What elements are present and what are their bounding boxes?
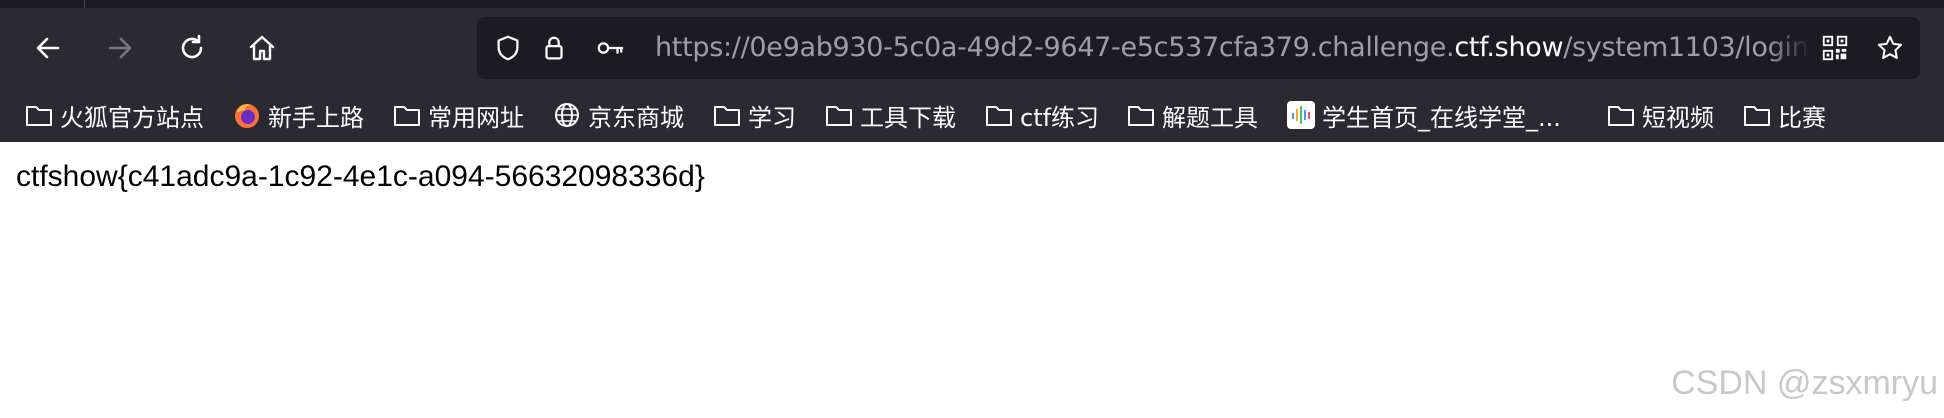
folder-icon <box>24 100 54 130</box>
bookmark-label: 学习 <box>748 103 796 132</box>
bookmark-label: 新手上路 <box>268 103 364 132</box>
bookmark-label: 比赛 <box>1778 103 1826 132</box>
arrow-left-icon <box>36 37 60 59</box>
bookmark-item[interactable]: 工具下载 <box>824 88 956 142</box>
url-fade <box>1767 17 1811 79</box>
folder-icon <box>1742 100 1772 130</box>
url-prefix: https://0e9ab930-5c0a-49d2-9647-e5c537cf… <box>655 32 1455 63</box>
bookmark-label: 常用网址 <box>428 103 524 132</box>
bookmark-label: 学生首页_在线学堂_... <box>1322 103 1561 132</box>
bookmark-label: 解题工具 <box>1162 103 1258 132</box>
bookmark-item[interactable]: 火狐官方站点 <box>24 88 204 142</box>
home-icon <box>249 35 275 61</box>
bookmark-label: 工具下载 <box>860 103 956 132</box>
shield-icon[interactable] <box>492 32 524 64</box>
folder-icon <box>1126 100 1156 130</box>
folder-icon <box>824 100 854 130</box>
url-text[interactable]: https://0e9ab930-5c0a-49d2-9647-e5c537cf… <box>655 17 1810 79</box>
folder-icon <box>392 100 422 130</box>
bookmark-item[interactable]: 常用网址 <box>392 88 524 142</box>
key-icon[interactable] <box>594 32 626 64</box>
bookmark-label: ctf练习 <box>1020 103 1100 132</box>
bookmark-item[interactable]: 比赛 <box>1742 88 1826 142</box>
page-body-text: ctfshow{c41adc9a-1c92-4e1c-a094-56632098… <box>16 160 705 193</box>
bookmark-item[interactable]: 短视频 <box>1606 88 1714 142</box>
bookmark-label: 短视频 <box>1642 103 1714 132</box>
bookmark-item[interactable]: 新手上路 <box>232 88 364 142</box>
csdn-watermark: CSDN @zsxmryu <box>1671 364 1938 402</box>
forward-button[interactable] <box>98 26 142 70</box>
folder-icon <box>712 100 742 130</box>
browser-window: https://0e9ab930-5c0a-49d2-9647-e5c537cf… <box>0 0 1944 418</box>
bookmark-item[interactable]: 学生首页_在线学堂_... <box>1286 88 1561 142</box>
home-button[interactable] <box>240 26 284 70</box>
lock-icon[interactable] <box>538 32 570 64</box>
bookmark-item[interactable]: ctf练习 <box>984 88 1099 142</box>
folder-icon <box>984 100 1014 130</box>
firefox-icon <box>232 100 262 130</box>
folder-icon <box>1606 100 1636 130</box>
bookmarks-toolbar: 火狐官方站点 新手上路 常用网址 京东商城 学习 工具下载 ctf练习 解题工具… <box>0 88 1944 142</box>
bookmark-label: 京东商城 <box>588 103 684 132</box>
address-bar[interactable]: https://0e9ab930-5c0a-49d2-9647-e5c537cf… <box>477 17 1920 79</box>
globe-icon <box>552 100 582 130</box>
page-content: ctfshow{c41adc9a-1c92-4e1c-a094-56632098… <box>0 142 1944 418</box>
back-button[interactable] <box>26 26 70 70</box>
arrow-right-icon <box>108 37 132 59</box>
qr-code-icon[interactable] <box>1819 32 1851 64</box>
bookmark-item[interactable]: 京东商城 <box>552 88 684 142</box>
bookmark-item[interactable]: 学习 <box>712 88 796 142</box>
bookmark-item[interactable]: 解题工具 <box>1126 88 1258 142</box>
tab-divider <box>84 0 85 8</box>
url-host: ctf.show <box>1454 32 1564 63</box>
reload-icon <box>181 34 203 59</box>
site-favicon <box>1286 100 1316 130</box>
bookmark-label: 火狐官方站点 <box>60 103 204 132</box>
nav-toolbar: https://0e9ab930-5c0a-49d2-9647-e5c537cf… <box>0 8 1944 88</box>
tab-strip <box>0 0 1944 8</box>
reload-button[interactable] <box>170 26 214 70</box>
bookmark-star-icon[interactable] <box>1874 32 1906 64</box>
